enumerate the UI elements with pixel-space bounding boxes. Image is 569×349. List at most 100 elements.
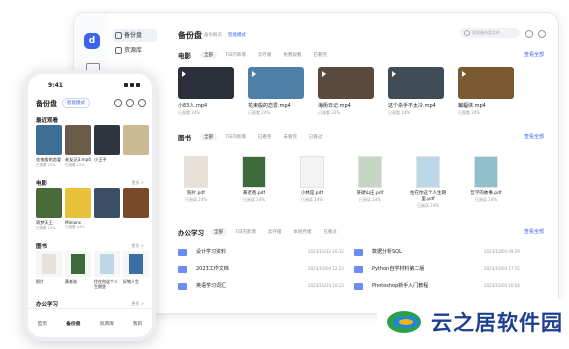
video-progress: 已观看 24%: [65, 163, 85, 167]
section-title-movies: 电影: [36, 181, 48, 187]
book-card[interactable]: 住在你这个人生期里.pdf 已阅读 24%: [404, 156, 452, 209]
book-card[interactable]: 好物人生: [123, 251, 149, 284]
recent-card[interactable]: [123, 125, 149, 157]
sidebar-item-library[interactable]: 资源库: [113, 44, 157, 57]
book-card[interactable]: 哲学的故事.pdf 已阅读 24%: [462, 156, 510, 203]
chip[interactable]: 云存储: [254, 51, 276, 59]
folder-row[interactable]: 2023工作文档 2023/10/04 12:23: [178, 264, 348, 274]
folder-icon: [178, 249, 187, 256]
book-progress: 已阅读 24%: [242, 197, 266, 202]
section-title-books: 图书: [178, 134, 191, 142]
folder-name: Python自学材料第二版: [372, 266, 425, 272]
video-thumbnail: [65, 188, 91, 218]
video-card[interactable]: 花束般的恋爱.mp4 已观看 24%: [248, 67, 304, 116]
search-input[interactable]: 搜索备份盘文件: [460, 28, 520, 38]
tab-mine[interactable]: 我的: [133, 320, 143, 327]
folder-row[interactable]: Python自学材料第二版 2023/10/04 17:15: [354, 264, 524, 274]
tab-home[interactable]: 首页: [37, 320, 47, 327]
book-filter-chips: 全部 7日内新增 已看完 未看完 已看过: [200, 133, 326, 141]
chip[interactable]: 7日内新增: [221, 133, 250, 141]
book-cover: [123, 251, 149, 277]
folder-row[interactable]: 英语学习词汇 2023/10/24 10:13: [178, 281, 348, 291]
header-tabs: 备份概况 智能模式: [204, 32, 246, 38]
recent-card[interactable]: 小王子: [94, 125, 120, 163]
chip[interactable]: 已看过: [319, 228, 341, 236]
book-title: 住在你这个人生期里.pdf: [410, 191, 446, 202]
see-all-office-link[interactable]: 查看全部: [524, 228, 544, 235]
chip[interactable]: 全部: [210, 228, 227, 236]
book-progress: 已阅读 24%: [300, 197, 324, 202]
book-card[interactable]: 住在你这个人生期里: [94, 251, 120, 289]
movie-card[interactable]: 寄梦天王 已观看 24%: [36, 188, 62, 231]
video-thumbnail: [94, 188, 120, 218]
recent-card[interactable]: 老友记3.mp4 已观看 24%: [65, 125, 91, 168]
chip[interactable]: 全部: [200, 51, 217, 59]
chip[interactable]: 已看完: [309, 51, 331, 59]
folder-row[interactable]: 数据分析SQL 2023/10/04 09:29: [354, 247, 524, 257]
more-movies-link[interactable]: 更多 >: [131, 180, 144, 186]
tab-backup[interactable]: 备份盘: [66, 320, 80, 327]
app-logo-icon[interactable]: d: [84, 33, 100, 49]
recent-card[interactable]: 花束般的恋爱 已观看 24%: [36, 125, 62, 168]
video-progress: 已观看 24%: [388, 110, 411, 115]
page-title: 备份盘: [178, 31, 202, 40]
chip[interactable]: 本地存储: [289, 228, 315, 236]
video-progress: 已观看 24%: [248, 110, 271, 115]
video-card[interactable]: 海街日记.mp4 已观看 32%: [318, 67, 374, 116]
sidebar-item-label: 资源库: [124, 47, 143, 54]
see-all-books-link[interactable]: 查看全部: [524, 133, 544, 140]
folder-date: 2023/10/24 10:13: [308, 283, 344, 288]
main-content: 备份盘 备份概况 智能模式 搜索备份盘文件 电影 全部 7日内新增 云存储 免费…: [170, 13, 558, 313]
chip[interactable]: 已看完: [254, 133, 276, 141]
book-card[interactable]: 黄老爸: [65, 251, 91, 284]
section-title-movies: 电影: [178, 52, 191, 60]
upload-icon[interactable]: [525, 30, 533, 38]
more-office-link[interactable]: 更多 >: [131, 301, 144, 307]
chip[interactable]: 全部: [200, 133, 217, 141]
more-icon[interactable]: [138, 99, 146, 107]
video-title: 小王子: [94, 157, 107, 162]
folder-row[interactable]: Photoshop新手入门教程 2023/10/04 16:04: [354, 281, 524, 291]
video-card[interactable]: 这个杀手不太冷.mp4 已观看 24%: [388, 67, 444, 116]
movie-card[interactable]: Minions 已观看 24%: [65, 188, 91, 230]
video-card[interactable]: 小83人.mp4 已观看 24%: [178, 67, 234, 116]
chip[interactable]: 未看完: [279, 133, 301, 141]
folder-name: 英语学习词汇: [196, 283, 227, 289]
movie-card[interactable]: [123, 188, 149, 220]
status-time: 9:41: [48, 82, 63, 89]
book-card[interactable]: 小林是.pdf 已阅读 24%: [288, 156, 336, 203]
chip[interactable]: 云存储: [264, 228, 286, 236]
book-cover: [36, 251, 62, 277]
video-thumbnail: [248, 67, 304, 99]
book-progress: 已阅读 24%: [358, 197, 382, 202]
video-card[interactable]: 蝙蝠侠.mp4 已观看 24%: [458, 67, 514, 116]
settings-icon[interactable]: [538, 30, 546, 38]
book-cover-art: [42, 254, 56, 274]
tab-smart-mode[interactable]: 智能模式: [228, 32, 246, 38]
book-cover: [416, 156, 440, 188]
chip[interactable]: 7日内新增: [231, 228, 260, 236]
folder-name: 数据分析SQL: [372, 249, 402, 255]
tab-library[interactable]: 资源库: [99, 320, 113, 327]
tab-overview[interactable]: 备份概况: [204, 32, 222, 38]
video-progress: 已观看 24%: [458, 110, 481, 115]
video-thumbnail: [65, 125, 91, 155]
book-card[interactable]: 照片: [36, 251, 62, 284]
smart-mode-toggle[interactable]: 智能模式: [62, 98, 90, 108]
search-icon: [464, 30, 470, 36]
video-thumbnail: [123, 188, 149, 218]
movie-card[interactable]: [94, 188, 120, 220]
search-icon[interactable]: [114, 99, 122, 107]
book-card[interactable]: 照片.pdf 已阅读 24%: [172, 156, 220, 203]
book-card[interactable]: 黄老爸.pdf 已阅读 24%: [230, 156, 278, 203]
chip[interactable]: 7日内新增: [221, 51, 250, 59]
add-icon[interactable]: [126, 99, 134, 107]
book-card[interactable]: 肝硬山庄.pdf 已阅读 24%: [346, 156, 394, 203]
see-all-movies-link[interactable]: 查看全部: [524, 51, 544, 58]
chip[interactable]: 已看过: [305, 133, 327, 141]
sidebar-item-backup[interactable]: 备份盘: [113, 29, 157, 42]
video-thumbnail: [178, 67, 234, 99]
chip[interactable]: 免费观看: [279, 51, 305, 59]
folder-row[interactable]: 设计学习资料 2023/10/12 16:32: [178, 247, 348, 257]
more-books-link[interactable]: 更多 >: [131, 243, 144, 249]
